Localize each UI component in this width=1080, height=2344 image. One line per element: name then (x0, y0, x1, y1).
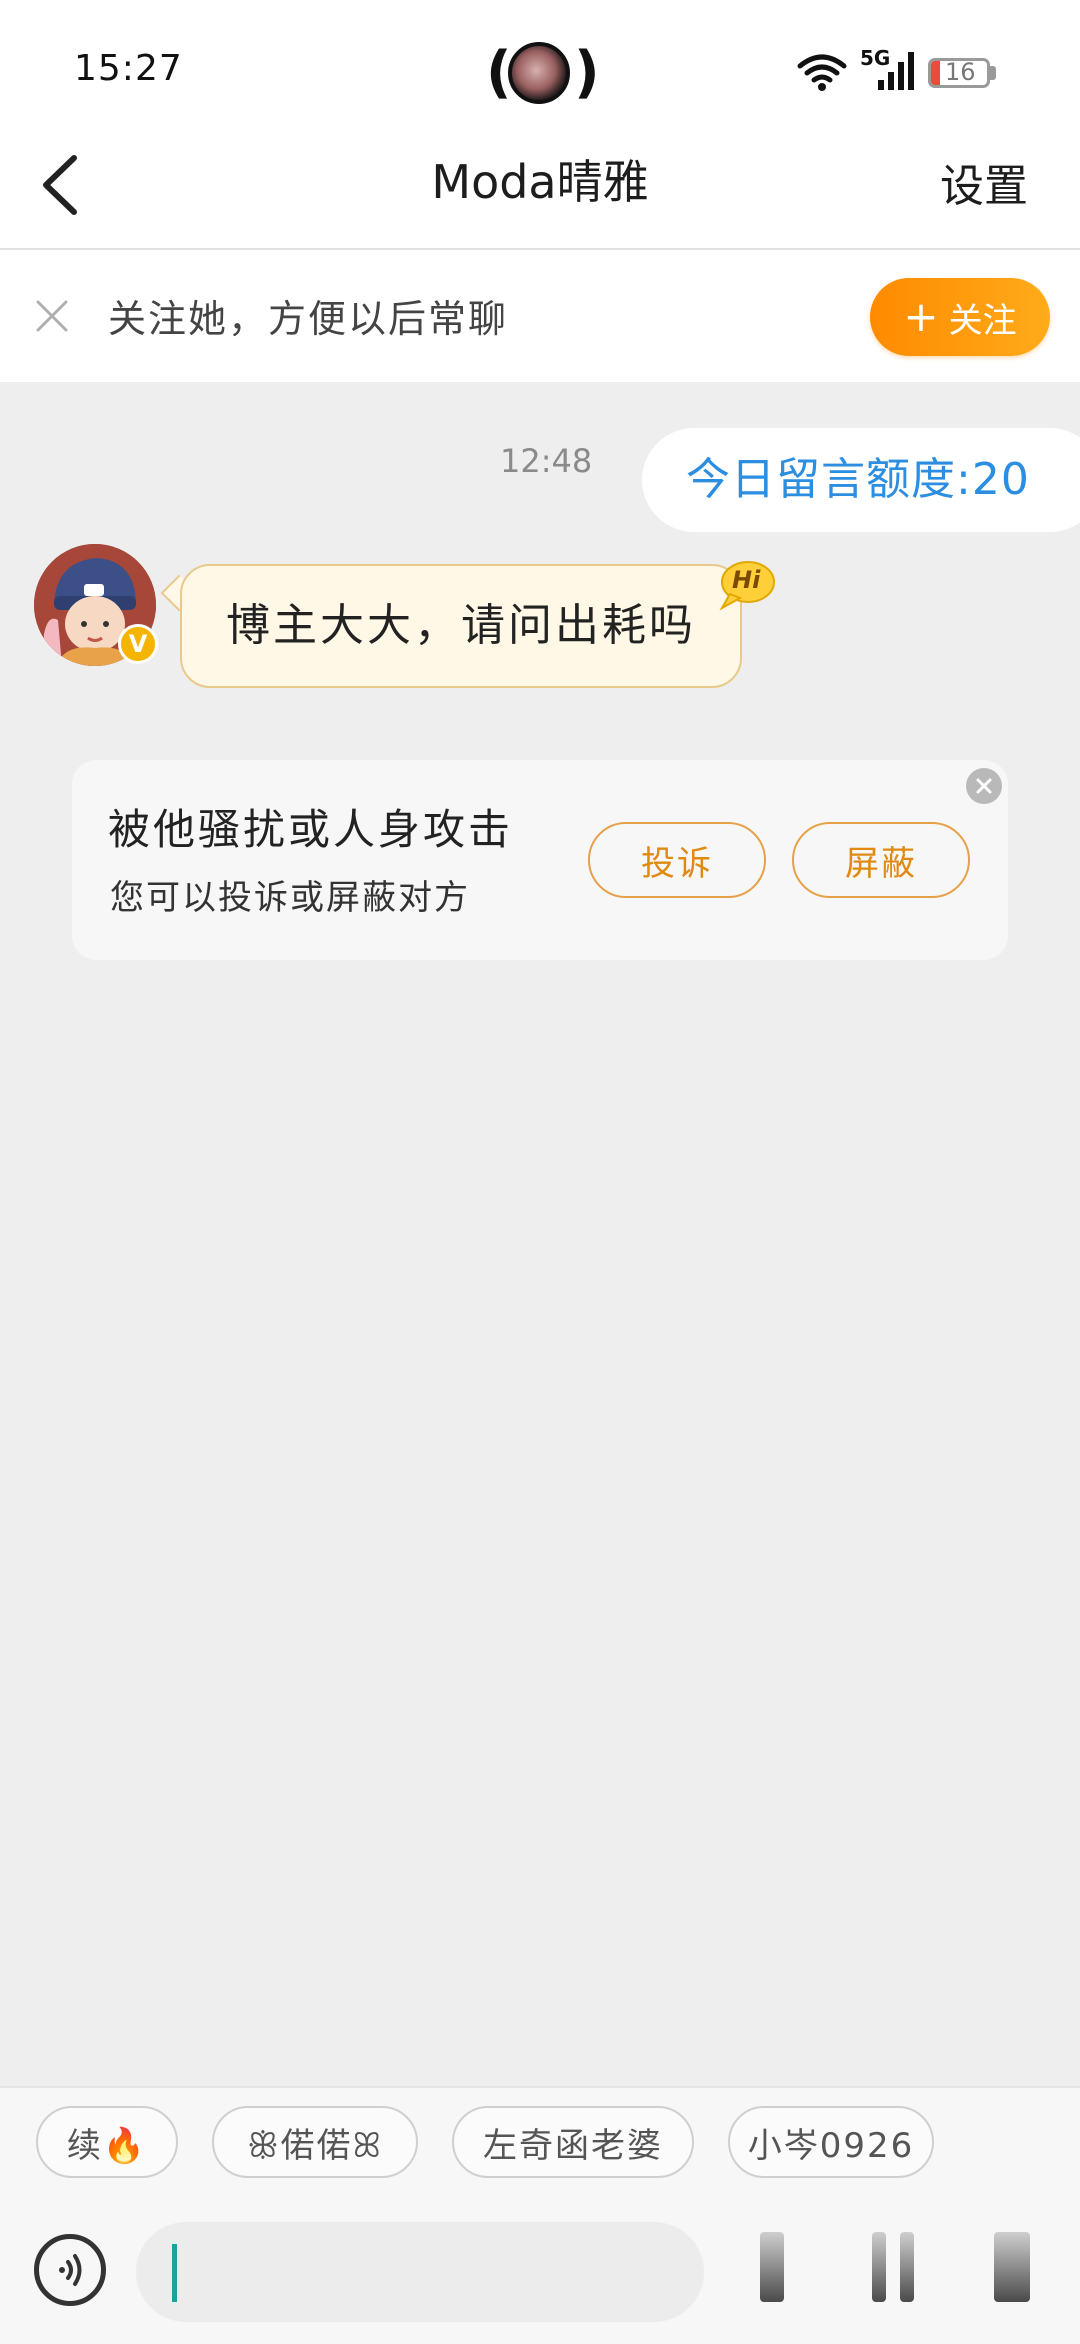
follow-prompt-text: 关注她，方便以后常聊 (108, 297, 509, 341)
dismiss-follow-button[interactable] (32, 296, 72, 336)
quick-reply-chip[interactable]: ꕥ偌偌ꕤ (212, 2106, 418, 2178)
verified-badge: V (118, 624, 158, 664)
network-type-label: 5G (860, 46, 891, 70)
block-button[interactable]: 屏蔽 (792, 822, 970, 898)
back-button[interactable] (34, 150, 94, 220)
emoji-button[interactable] (760, 2232, 784, 2302)
quick-reply-chip[interactable]: 左奇函老婆 (452, 2106, 694, 2178)
quick-reply-chip[interactable]: 小岑0926 (728, 2106, 934, 2178)
safety-card-subtitle: 您可以投诉或屏蔽对方 (110, 878, 470, 918)
chevron-left-icon (43, 155, 77, 215)
safety-card-title: 被他骚扰或人身攻击 (108, 805, 514, 854)
voice-input-button[interactable] (34, 2234, 106, 2306)
quota-message-bubble: 今日留言额度:20 (642, 428, 1080, 532)
hi-label: Hi (732, 566, 761, 594)
battery-fill (931, 61, 940, 85)
sticker-button-right[interactable] (900, 2232, 914, 2302)
incoming-message-bubble[interactable]: 博主大大，请问出耗吗 (180, 564, 742, 688)
front-camera-indicator: ( ) (486, 40, 600, 105)
cellular-signal-icon: 5G (860, 46, 916, 94)
wifi-icon (797, 54, 847, 91)
page-title: Moda晴雅 (431, 155, 649, 209)
more-actions-button[interactable] (994, 2232, 1030, 2302)
battery-icon: 16 (928, 58, 990, 88)
status-time: 15:27 (74, 48, 183, 89)
settings-button[interactable]: 设置 (940, 150, 1028, 214)
close-icon (976, 778, 992, 794)
hi-greeting-badge: Hi (716, 560, 776, 612)
voice-icon (59, 2254, 82, 2286)
plus-icon: + (903, 292, 939, 341)
text-caret (172, 2244, 177, 2302)
follow-button[interactable]: + 关注 (870, 278, 1050, 356)
message-input[interactable] (136, 2222, 704, 2322)
battery-level: 16 (945, 58, 976, 86)
battery-cap (990, 66, 996, 80)
sticker-button-left[interactable] (872, 2232, 886, 2302)
close-icon (36, 300, 68, 332)
message-timestamp: 12:48 (500, 442, 593, 480)
report-button[interactable]: 投诉 (588, 822, 766, 898)
follow-button-label: 关注 (948, 300, 1017, 341)
close-safety-card-button[interactable] (966, 768, 1002, 804)
quick-reply-chip[interactable]: 续🔥 (36, 2106, 178, 2178)
